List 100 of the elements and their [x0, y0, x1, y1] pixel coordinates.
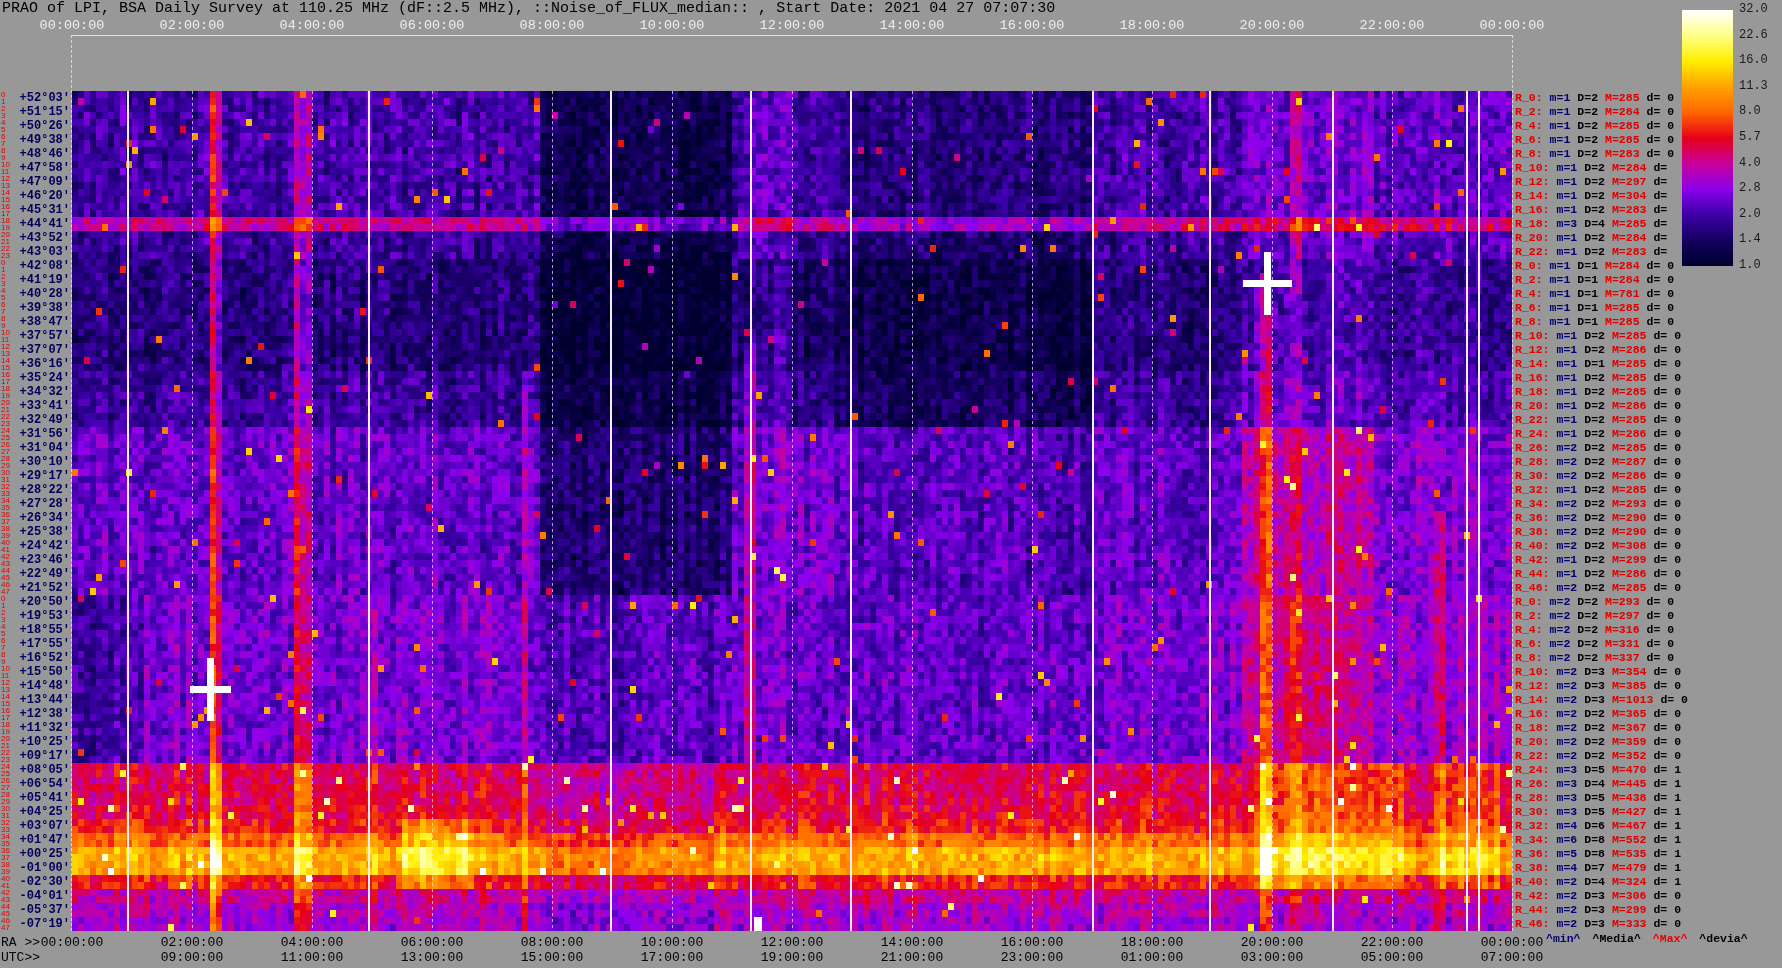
deviation-value: d= 0: [1646, 105, 1675, 119]
declination-label: +35°24': [19, 371, 70, 385]
declination-label: +46°20': [19, 189, 70, 203]
colorbar-tick-label: 11.3: [1739, 78, 1768, 93]
max-value: M=285: [1611, 483, 1647, 497]
beam-number: 6: [1, 301, 6, 308]
beam-label: R_32:: [1515, 483, 1550, 497]
deviation-value: d= 1: [1653, 805, 1682, 819]
max-value: M=331: [1605, 637, 1640, 651]
min-value: m=1: [1549, 133, 1571, 147]
axis-tick-label: 02:00:00: [159, 18, 225, 34]
max-value: M=479: [1611, 861, 1647, 875]
deviation-value: d=: [1653, 231, 1668, 245]
beam-number: 24: [1, 763, 10, 770]
deviation-value: d= 1: [1653, 791, 1682, 805]
min-value: m=1: [1556, 483, 1578, 497]
min-value: m=1: [1549, 287, 1571, 301]
colorbar-tick-label: 1.0: [1739, 257, 1761, 272]
max-value: M=285: [1605, 119, 1640, 133]
axis-tick-label: 08:00:00: [519, 18, 585, 34]
beam-number: 47: [1, 924, 10, 931]
beam-number: 38: [1, 861, 10, 868]
deviation-value: d= 0: [1653, 707, 1682, 721]
axis-tick-label: 23:00:00: [1000, 950, 1064, 965]
declination-label: -01°00': [19, 861, 70, 875]
axis-tick-label: 16:00:00: [999, 18, 1065, 34]
beam-number: 13: [1, 686, 10, 693]
deviation-value: d= 0: [1653, 917, 1682, 931]
beam-number: 6: [1, 637, 6, 644]
max-value: M=285: [1611, 385, 1647, 399]
max-value: M=285: [1611, 581, 1647, 595]
declination-label: +01°47': [19, 833, 70, 847]
max-value: M=467: [1611, 819, 1647, 833]
max-value: M=359: [1611, 735, 1647, 749]
beam-number: 7: [1, 140, 6, 147]
declination-label: +32°49': [19, 413, 70, 427]
max-value: M=285: [1605, 91, 1640, 105]
beam-number: 0: [1, 91, 6, 98]
min-value: m=4: [1556, 819, 1578, 833]
beam-number: 23: [1, 756, 10, 763]
beam-label: R_4:: [1515, 119, 1543, 133]
beam-label: R_46:: [1515, 581, 1550, 595]
beam-number: 22: [1, 245, 10, 252]
deviation-value: d= 0: [1653, 483, 1682, 497]
max-value: M=285: [1611, 217, 1647, 231]
min-value: m=1: [1556, 161, 1578, 175]
beam-label: R_6:: [1515, 637, 1543, 651]
beam-number: 27: [1, 784, 10, 791]
beam-number: 17: [1, 210, 10, 217]
deviation-value: d=: [1653, 217, 1668, 231]
beam-number: 24: [1, 427, 10, 434]
median-value: D=2: [1584, 441, 1605, 455]
beam-number: 12: [1, 175, 10, 182]
min-value: m=2: [1556, 581, 1578, 595]
declination-label: +40°28': [19, 287, 70, 301]
median-value: D=2: [1584, 721, 1605, 735]
beam-number: 6: [1, 133, 6, 140]
median-value: D=2: [1584, 231, 1605, 245]
declination-label: +00°25': [19, 847, 70, 861]
beam-label: R_8:: [1515, 315, 1543, 329]
max-value: M=367: [1611, 721, 1647, 735]
min-value: m=1: [1556, 231, 1578, 245]
min-value: m=2: [1556, 693, 1578, 707]
deviation-value: d= 0: [1653, 679, 1682, 693]
deviation-value: d= 0: [1653, 735, 1682, 749]
beam-number: 46: [1, 917, 10, 924]
axis-title: RA >>: [0, 935, 40, 950]
beam-number: 18: [1, 385, 10, 392]
beam-label: R_4:: [1515, 287, 1543, 301]
declination-label: +49°38': [19, 133, 70, 147]
beam-number: 40: [1, 875, 10, 882]
median-value: D=2: [1577, 623, 1599, 637]
declination-label: +41°19': [19, 273, 70, 287]
beam-number: 8: [1, 651, 6, 658]
max-value: M=285: [1611, 441, 1647, 455]
max-value: M=286: [1611, 399, 1647, 413]
beam-label: R_20:: [1515, 399, 1550, 413]
median-value: D=3: [1584, 679, 1605, 693]
median-value: D=2: [1584, 567, 1605, 581]
beam-number: 10: [1, 329, 10, 336]
chart-title: PRAO of LPI, BSA Daily Survey at 110.25 MHz (dF::2.5 MHz), ::Noise_of_FLUX_median:: , Start Date: 2021 04 27 07:07:30: [2, 0, 1056, 18]
axis-tick-label: 01:00:00: [1120, 950, 1184, 965]
median-value: D=2: [1584, 511, 1605, 525]
beam-number: 16: [1, 203, 10, 210]
beam-number: 21: [1, 406, 10, 413]
median-value: D=8: [1584, 847, 1605, 861]
declination-label: +04°25': [19, 805, 70, 819]
beam-number: 13: [1, 350, 10, 357]
max-value: M=427: [1611, 805, 1647, 819]
max-value: M=284: [1611, 231, 1647, 245]
median-value: D=2: [1584, 539, 1605, 553]
beam-number: 11: [1, 336, 10, 343]
median-value: D=2: [1577, 609, 1599, 623]
beam-number: 32: [1, 819, 10, 826]
beam-number: 19: [1, 392, 10, 399]
min-value: m=3: [1556, 805, 1578, 819]
beam-label: R_36:: [1515, 847, 1550, 861]
max-value: M=297: [1611, 175, 1647, 189]
max-value: M=283: [1611, 203, 1647, 217]
beam-number: 40: [1, 539, 10, 546]
